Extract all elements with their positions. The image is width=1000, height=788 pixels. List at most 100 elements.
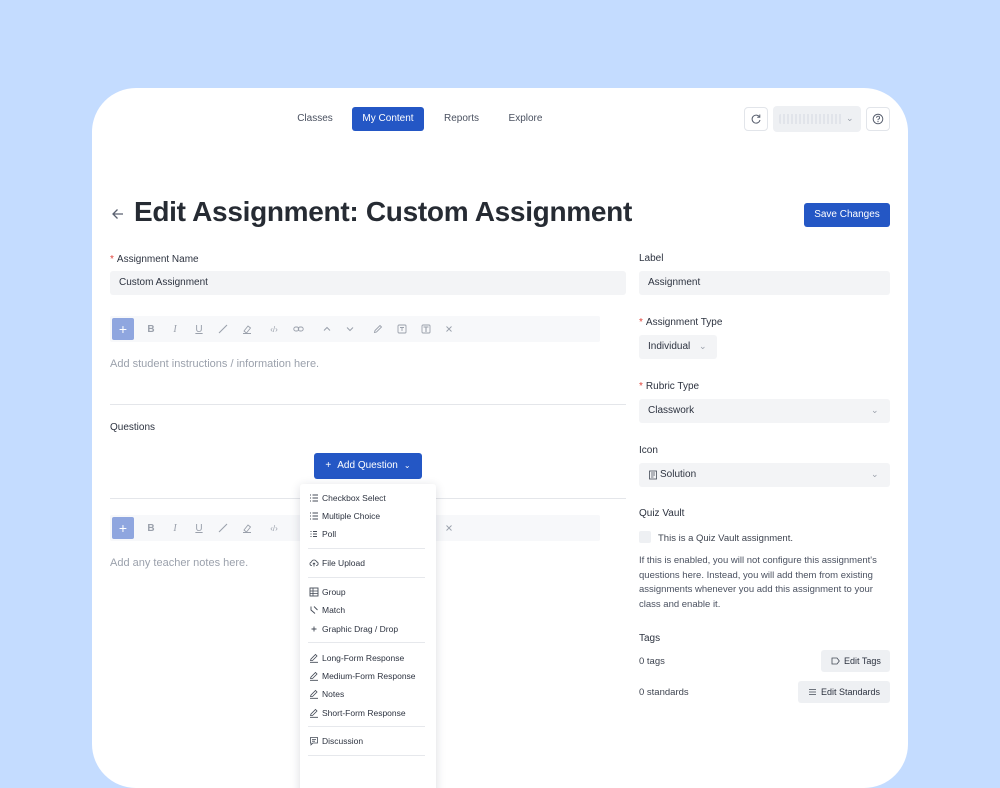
quiz-vault-checkbox[interactable] [639,531,651,543]
strikethrough-button[interactable] [215,520,231,536]
account-name-placeholder [779,114,843,124]
menu-item-graphic-drag-drop[interactable]: Graphic Drag / Drop [300,620,436,638]
chevron-down-icon: ⌄ [846,113,854,123]
menu-separator [308,642,425,643]
chevron-up-button[interactable] [319,321,335,337]
assignment-type-select[interactable]: Individual ⌄ [639,335,717,359]
quiz-vault-description: If this is enabled, you will not configu… [639,555,877,610]
eraser-button[interactable] [239,520,255,536]
rubric-type-label: * Rubric Type [639,381,700,392]
add-question-button[interactable]: + Add Question ⌄ [314,453,422,479]
tags-label: Tags [639,633,661,644]
text-format-icon [421,324,431,334]
refresh-icon [751,114,761,124]
menu-item-checkbox-select[interactable]: Checkbox Select [300,489,436,507]
chevron-down-icon: ⌄ [699,341,707,351]
assignment-name-input[interactable]: Custom Assignment [110,271,626,295]
bold-button[interactable]: B [143,520,159,536]
pencil-line-icon [218,523,228,533]
edit-tags-button[interactable]: Edit Tags [821,650,890,672]
tab-reports[interactable]: Reports [434,107,489,131]
refresh-button[interactable] [744,107,768,131]
pencil-icon [309,671,318,681]
back-arrow-icon[interactable] [110,206,126,222]
questions-label: Questions [110,422,156,433]
insert-plus-button[interactable]: + [112,517,134,539]
tab-explore[interactable]: Explore [498,107,553,131]
chevron-down-icon: ⌄ [871,469,879,479]
menu-item-discussion[interactable]: Discussion [300,732,436,750]
menu-separator [308,755,425,756]
menu-item-medium-form-response[interactable]: Medium-Form Response [300,667,436,685]
tag-icon [831,657,840,665]
pencil-line-icon [218,324,228,334]
assignment-type-label: * Assignment Type [639,317,723,328]
insert-text-button[interactable] [418,321,434,337]
clear-button[interactable] [441,321,457,337]
chevron-up-icon [323,326,331,331]
add-question-menu: Checkbox Select Multiple Choice Poll Fil… [300,484,436,788]
strikethrough-button[interactable] [215,321,231,337]
icon-select[interactable]: Solution ⌄ [639,463,890,487]
menu-item-multiple-choice[interactable]: Multiple Choice [300,507,436,525]
label-field-label: Label [639,253,664,264]
highlight-button[interactable] [370,321,386,337]
save-changes-button[interactable]: Save Changes [804,203,890,227]
teacher-notes-editor[interactable]: Add any teacher notes here. [110,557,248,569]
close-icon [446,326,452,332]
menu-item-long-form-response[interactable]: Long-Form Response [300,649,436,667]
menu-item-group[interactable]: Group [300,583,436,601]
list-icon [809,689,816,695]
list-icon [310,494,318,502]
underline-button[interactable]: U [191,321,207,337]
rubric-type-select[interactable]: Classwork ⌄ [639,399,890,423]
menu-item-notes[interactable]: Notes [300,685,436,703]
bold-button[interactable]: B [143,321,159,337]
poll-icon [310,531,317,537]
menu-item-match[interactable]: Match [300,601,436,619]
chevron-down-button[interactable] [342,321,358,337]
link-button[interactable] [290,321,306,337]
italic-button[interactable]: I [167,520,183,536]
chevron-down-icon [346,327,354,332]
pencil-icon [309,708,318,718]
menu-item-file-upload[interactable]: File Upload [300,554,436,572]
code-button[interactable]: ‹/› [266,520,282,536]
insert-plus-button[interactable]: + [112,318,134,340]
help-icon [872,113,884,125]
menu-item-poll[interactable]: Poll [300,525,436,543]
tags-count: 0 tags [639,656,665,667]
account-select[interactable]: ⌄ [773,106,861,132]
page-title: Edit Assignment: Custom Assignment [134,196,632,227]
chevron-down-icon: ⌄ [871,405,879,415]
label-input[interactable]: Assignment [639,271,890,295]
assignment-name-label: * Assignment Name [110,254,199,265]
code-button[interactable]: ‹/› [266,321,282,337]
pencil-icon [309,689,318,699]
italic-button[interactable]: I [167,321,183,337]
menu-item-short-form-response[interactable]: Short-Form Response [300,704,436,722]
insert-box-button[interactable] [394,321,410,337]
plus-icon [311,626,317,632]
solution-icon [649,470,657,480]
tab-my-content[interactable]: My Content [352,107,424,131]
pencil-icon [309,653,318,663]
help-button[interactable] [866,107,890,131]
eraser-icon [243,325,252,334]
clear-button[interactable] [441,520,457,536]
chevron-down-icon: ⌄ [403,461,411,470]
eraser-button[interactable] [239,321,255,337]
cloud-upload-icon [309,559,319,567]
quiz-vault-label: Quiz Vault [639,508,685,519]
section-divider [110,404,626,405]
tab-classes[interactable]: Classes [287,107,343,131]
underline-button[interactable]: U [191,520,207,536]
match-icon [310,606,318,614]
plus-icon: + [325,460,332,471]
link-icon [292,326,304,332]
instructions-editor[interactable]: Add student instructions / information h… [110,358,319,370]
instructions-toolbar: + B I U ‹/› [110,316,600,342]
list-icon [310,512,318,520]
edit-standards-button[interactable]: Edit Standards [798,681,890,703]
menu-separator [308,726,425,727]
